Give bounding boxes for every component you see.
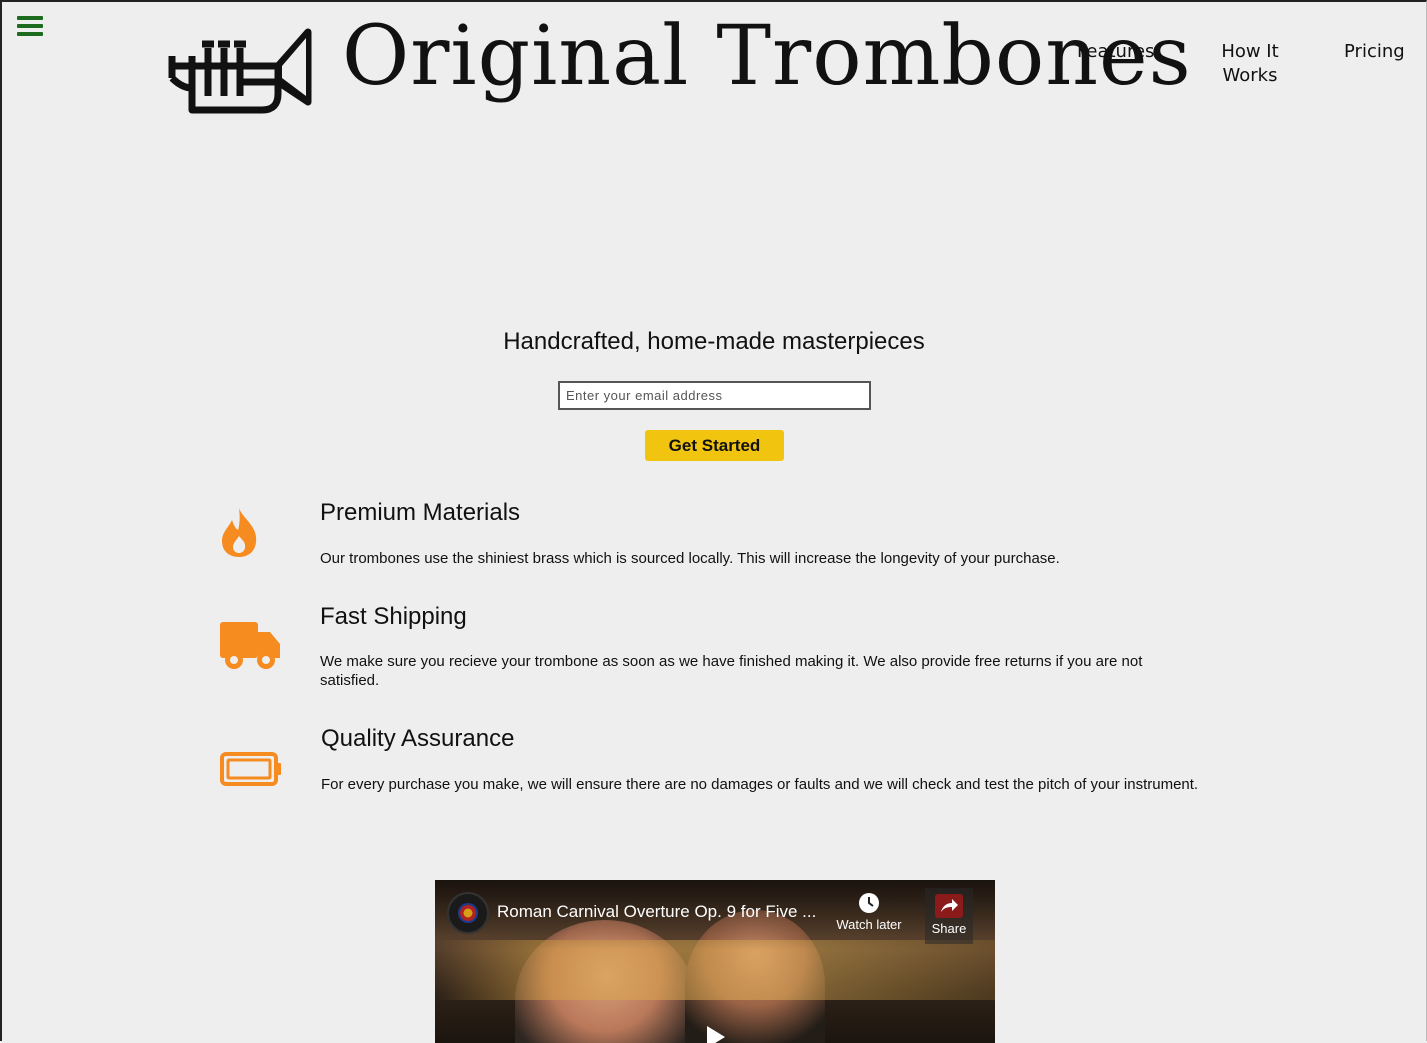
brand-name: Original Trombones: [342, 9, 1192, 104]
feature-desc-quality: For every purchase you make, we will ens…: [321, 776, 1199, 793]
truck-icon: [220, 622, 280, 669]
share-icon: [935, 894, 963, 918]
feature-title-quality: Quality Assurance: [321, 725, 515, 752]
feature-desc-premium: Our trombones use the shiniest brass whi…: [320, 550, 1060, 567]
play-icon[interactable]: [707, 1026, 725, 1043]
trumpet-icon: [168, 28, 312, 114]
video-embed[interactable]: Roman Carnival Overture Op. 9 for Five .…: [435, 880, 995, 1043]
hamburger-icon[interactable]: [17, 16, 43, 38]
get-started-button[interactable]: Get Started: [645, 430, 784, 461]
nav-pricing[interactable]: Pricing: [1344, 40, 1405, 64]
channel-avatar[interactable]: [447, 892, 489, 934]
email-input[interactable]: [558, 381, 871, 410]
nav-features[interactable]: Features: [1077, 40, 1154, 64]
hero-headline: Handcrafted, home-made masterpieces: [503, 328, 925, 355]
feature-desc-shipping: We make sure you recieve your trombone a…: [320, 653, 1143, 689]
nav-how-it-works[interactable]: How It Works: [1212, 40, 1288, 88]
share-label: Share: [931, 921, 967, 936]
video-title[interactable]: Roman Carnival Overture Op. 9 for Five .…: [497, 902, 816, 922]
watch-later-button[interactable]: Watch later: [833, 892, 905, 932]
feature-title-premium: Premium Materials: [320, 499, 521, 526]
watch-later-label: Watch later: [836, 917, 902, 932]
clock-icon: [859, 893, 879, 913]
feature-title-shipping: Fast Shipping: [320, 603, 467, 630]
share-button[interactable]: Share: [925, 888, 973, 944]
battery-icon: [220, 752, 281, 786]
fire-icon: [222, 508, 257, 557]
